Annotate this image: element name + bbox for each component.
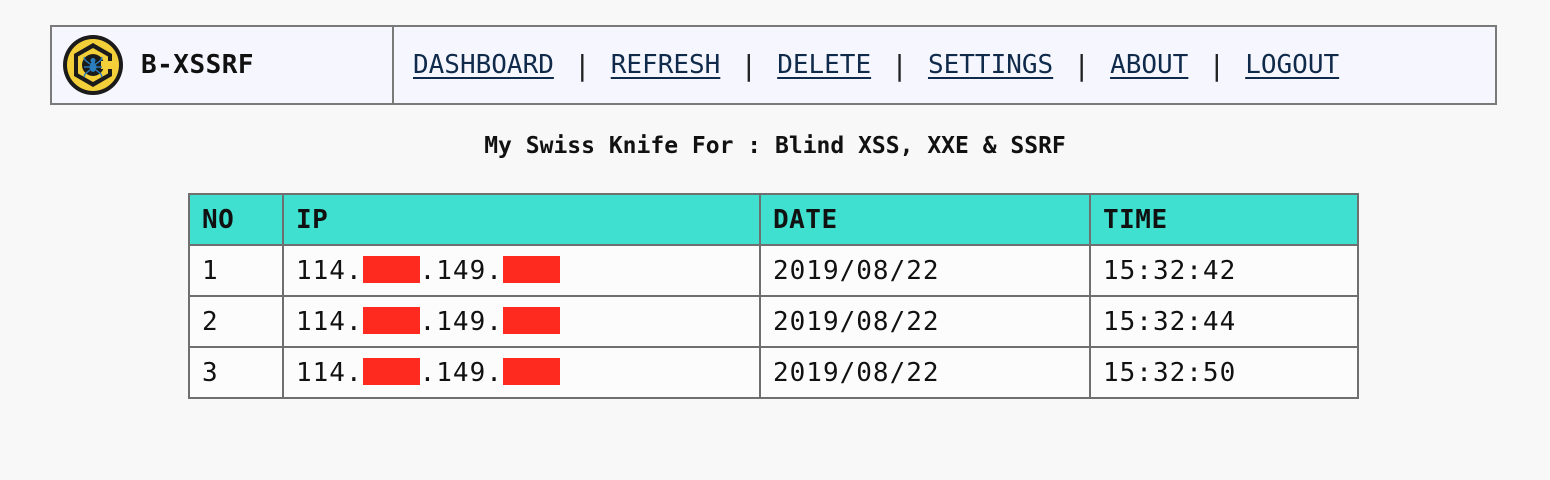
page-subtitle: My Swiss Knife For : Blind XSS, XXE & SS… xyxy=(484,133,1066,159)
cell-ip: 114. .149. xyxy=(282,346,761,399)
nav-about-link[interactable]: ABOUT xyxy=(1110,50,1188,80)
cell-time: 15:32:44 xyxy=(1089,295,1359,348)
table-header-row: NO IP DATE TIME xyxy=(188,193,1359,246)
ip-part: .149. xyxy=(419,306,503,337)
spider-hex-logo-icon xyxy=(63,35,123,95)
redaction-block xyxy=(362,306,420,334)
cell-no: 3 xyxy=(188,346,284,399)
ip-part: 114. xyxy=(296,255,363,286)
cell-date: 2019/08/22 xyxy=(759,346,1091,399)
redaction-block xyxy=(502,306,560,334)
table-row: 2 114. .149. 2019/08/22 15:32:44 xyxy=(188,295,1359,348)
cell-ip: 114. .149. xyxy=(282,295,761,348)
nav-separator: | xyxy=(891,48,908,82)
column-header-ip: IP xyxy=(282,193,761,246)
cell-ip: 114. .149. xyxy=(282,244,761,297)
ip-part: .149. xyxy=(419,255,503,286)
column-header-time: TIME xyxy=(1089,193,1359,246)
cell-time: 15:32:42 xyxy=(1089,244,1359,297)
nav-delete-link[interactable]: DELETE xyxy=(777,50,871,80)
nav-logout-link[interactable]: LOGOUT xyxy=(1245,50,1339,80)
cell-time: 15:32:50 xyxy=(1089,346,1359,399)
nav-separator: | xyxy=(740,48,758,82)
nav-separator: | xyxy=(573,48,591,82)
cell-no: 1 xyxy=(188,244,284,297)
nav-links: DASHBOARD | REFRESH | DELETE | SETTINGS | AB… xyxy=(394,27,1495,103)
table-row: 3 114. .149. 2019/08/22 15:32:50 xyxy=(188,346,1359,399)
redaction-block xyxy=(502,357,560,385)
nav-refresh-link[interactable]: REFRESH xyxy=(611,50,721,80)
nav-separator: | xyxy=(1208,48,1226,82)
ip-part: 114. xyxy=(296,306,363,337)
column-header-date: DATE xyxy=(759,193,1091,246)
nav-separator: | xyxy=(1073,48,1091,82)
nav-dashboard-link[interactable]: DASHBOARD xyxy=(413,50,554,80)
column-header-no: NO xyxy=(188,193,284,246)
navbar: B-XSSRF DASHBOARD | REFRESH | DELETE | SETT… xyxy=(50,25,1497,105)
redaction-block xyxy=(362,255,420,283)
nav-settings-link[interactable]: SETTINGS xyxy=(928,50,1053,80)
redaction-block xyxy=(362,357,420,385)
ip-part: 114. xyxy=(296,357,363,388)
ip-part: .149. xyxy=(419,357,503,388)
hits-table: NO IP DATE TIME 1 114. .149. 2019/08/22 1… xyxy=(188,193,1359,399)
table-row: 1 114. .149. 2019/08/22 15:32:42 xyxy=(188,244,1359,297)
brand[interactable]: B-XSSRF xyxy=(52,27,394,103)
cell-date: 2019/08/22 xyxy=(759,244,1091,297)
brand-name: B-XSSRF xyxy=(141,50,255,80)
cell-date: 2019/08/22 xyxy=(759,295,1091,348)
redaction-block xyxy=(502,255,560,283)
cell-no: 2 xyxy=(188,295,284,348)
